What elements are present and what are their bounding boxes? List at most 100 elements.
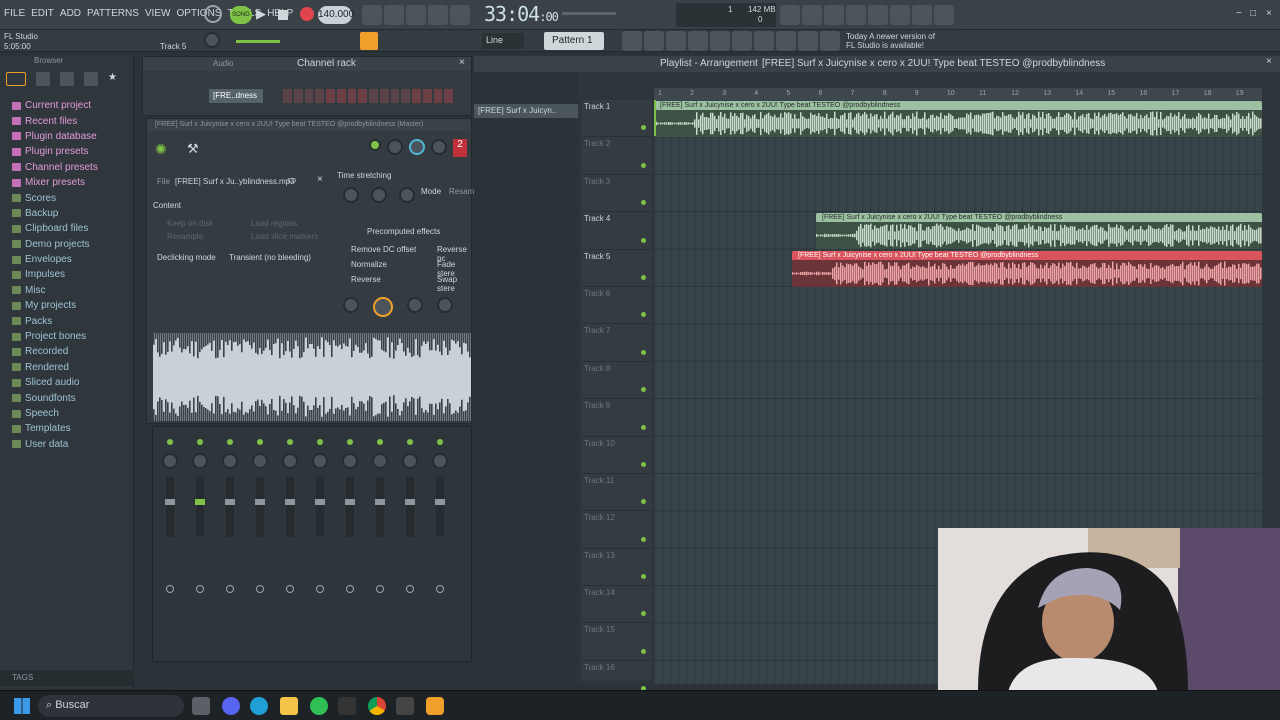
mixer-view-icon[interactable] xyxy=(688,31,708,51)
master-volume-slider[interactable] xyxy=(236,40,280,43)
help-icon[interactable] xyxy=(868,5,888,25)
browser-icon[interactable] xyxy=(710,31,730,51)
mixer-pan-knob[interactable] xyxy=(342,453,358,469)
menu-file[interactable]: FILE xyxy=(4,8,25,19)
mixer-pan-knob[interactable] xyxy=(162,453,178,469)
track-header[interactable]: Track 11 xyxy=(582,474,652,512)
discord-icon[interactable] xyxy=(222,697,240,715)
mixer-pan-knob[interactable] xyxy=(282,453,298,469)
browser-item[interactable]: Speech xyxy=(0,406,133,421)
channel-rack-titlebar[interactable]: Audio Channel rack × xyxy=(143,57,471,71)
countdown-icon[interactable] xyxy=(406,5,426,25)
mixer-volume-fader[interactable] xyxy=(225,477,235,537)
tags-bar[interactable]: TAGS xyxy=(0,670,134,686)
mixer-route-icon[interactable] xyxy=(196,585,204,593)
track-header[interactable]: Track 3 xyxy=(582,175,652,213)
song-mode-button[interactable]: SONG xyxy=(230,6,252,24)
news-icon[interactable] xyxy=(820,31,840,51)
track-header[interactable]: Track 10 xyxy=(582,437,652,474)
audio-clip[interactable]: [FREE] Surf x Juicynise x cero x 2UU! Ty… xyxy=(792,250,1262,287)
mixer-volume-fader[interactable] xyxy=(195,477,205,537)
loop-record-icon[interactable] xyxy=(450,5,470,25)
resample-option[interactable]: Resample xyxy=(167,232,203,241)
mixer-volume-fader[interactable] xyxy=(405,477,415,537)
pat-song-toggle-icon[interactable] xyxy=(204,5,222,23)
effect-normalize[interactable]: Normalize xyxy=(351,260,387,269)
menu-add[interactable]: ADD xyxy=(60,8,81,19)
browser-sync-icon[interactable] xyxy=(84,72,98,86)
channel-button[interactable]: [FRE..dness xyxy=(209,89,263,103)
mixer-volume-fader[interactable] xyxy=(315,477,325,537)
stretch-pitch-knob[interactable] xyxy=(343,187,359,203)
pitch-knob[interactable] xyxy=(431,139,447,155)
mixer-enable-led[interactable] xyxy=(437,439,443,445)
track-mute-led[interactable] xyxy=(641,387,646,393)
stop-button[interactable] xyxy=(278,10,288,20)
playhead[interactable] xyxy=(654,100,656,136)
step-sequencer[interactable] xyxy=(283,89,453,103)
in-knob[interactable] xyxy=(407,297,423,313)
track-mute-led[interactable] xyxy=(641,424,646,430)
mixer-icon[interactable] xyxy=(890,5,910,25)
menu-edit[interactable]: EDIT xyxy=(31,8,54,19)
taskbar-search[interactable]: ⌕ Buscar xyxy=(38,695,184,717)
browser-item[interactable]: Packs xyxy=(0,313,133,328)
browser-item[interactable]: Recent files xyxy=(0,113,133,128)
mixer-enable-led[interactable] xyxy=(257,439,263,445)
browser-file-icon[interactable] xyxy=(36,72,50,86)
track-header[interactable]: Track 2 xyxy=(582,137,652,175)
file-name[interactable]: [FREE] Surf x Ju..yblindness.mp3 xyxy=(175,177,295,186)
track-mute-led[interactable] xyxy=(641,237,646,243)
out-knob[interactable] xyxy=(437,297,453,313)
pattern-selector[interactable]: Pattern 1 xyxy=(544,32,604,50)
mixer-route-icon[interactable] xyxy=(406,585,414,593)
touch-controller-icon[interactable] xyxy=(798,31,818,51)
vol-knob[interactable] xyxy=(409,139,425,155)
track-header[interactable]: Track 4 xyxy=(582,212,652,250)
mixer-volume-fader[interactable] xyxy=(285,477,295,537)
track-mute-led[interactable] xyxy=(641,162,646,168)
track-header[interactable]: Track 14 xyxy=(582,586,652,624)
master-volume-knob[interactable] xyxy=(204,32,220,48)
effect-swap-stereo[interactable]: Swap stere xyxy=(437,275,471,293)
file-explorer-icon[interactable] xyxy=(280,697,298,715)
resample-mode[interactable]: Resam xyxy=(449,187,474,196)
browser-item[interactable]: Plugin database xyxy=(0,129,133,144)
keep-on-disk-option[interactable]: Keep on disk xyxy=(167,219,213,228)
plugin-picker-icon[interactable] xyxy=(732,31,752,51)
track-mute-led[interactable] xyxy=(641,349,646,355)
track-mute-led[interactable] xyxy=(641,312,646,318)
track-mute-led[interactable] xyxy=(641,648,646,654)
channel-filter[interactable]: Audio xyxy=(213,59,233,68)
mixer-enable-led[interactable] xyxy=(167,439,173,445)
sample-start-knob[interactable] xyxy=(343,297,359,313)
sample-waveform[interactable] xyxy=(153,333,471,421)
file-close-icon[interactable]: × xyxy=(317,174,323,185)
length-knob[interactable] xyxy=(373,297,393,317)
mixer-route-icon[interactable] xyxy=(436,585,444,593)
track-header[interactable]: Track 6 xyxy=(582,287,652,325)
recent-patterns-icon[interactable] xyxy=(360,32,378,50)
mixer-route-icon[interactable] xyxy=(256,585,264,593)
stretch-time-knob[interactable] xyxy=(399,187,415,203)
browser-item[interactable]: Templates xyxy=(0,421,133,436)
stretch-mul-knob[interactable] xyxy=(371,187,387,203)
close-icon[interactable]: × xyxy=(1266,8,1272,19)
browser-item[interactable]: Scores xyxy=(0,190,133,205)
browser-item[interactable]: Sliced audio xyxy=(0,375,133,390)
download-icon[interactable] xyxy=(934,5,954,25)
on-knob[interactable] xyxy=(369,139,381,151)
news-line-1[interactable]: Today A newer version of xyxy=(846,32,935,41)
load-regions-option[interactable]: Load regions xyxy=(251,219,297,228)
maximize-icon[interactable]: □ xyxy=(1250,8,1256,19)
mixer-pan-knob[interactable] xyxy=(402,453,418,469)
chrome-icon[interactable] xyxy=(368,697,386,715)
browser-item[interactable]: Recorded xyxy=(0,344,133,359)
waveform-tab-icon[interactable]: ✺ xyxy=(155,141,167,158)
track-header[interactable]: Track 5 xyxy=(582,250,652,287)
news-line-2[interactable]: FL Studio is available! xyxy=(846,41,924,50)
track-header[interactable]: Track 8 xyxy=(582,362,652,400)
metronome-icon[interactable] xyxy=(362,5,382,25)
fl-studio-icon[interactable] xyxy=(426,697,444,715)
mixer-volume-fader[interactable] xyxy=(435,477,445,537)
